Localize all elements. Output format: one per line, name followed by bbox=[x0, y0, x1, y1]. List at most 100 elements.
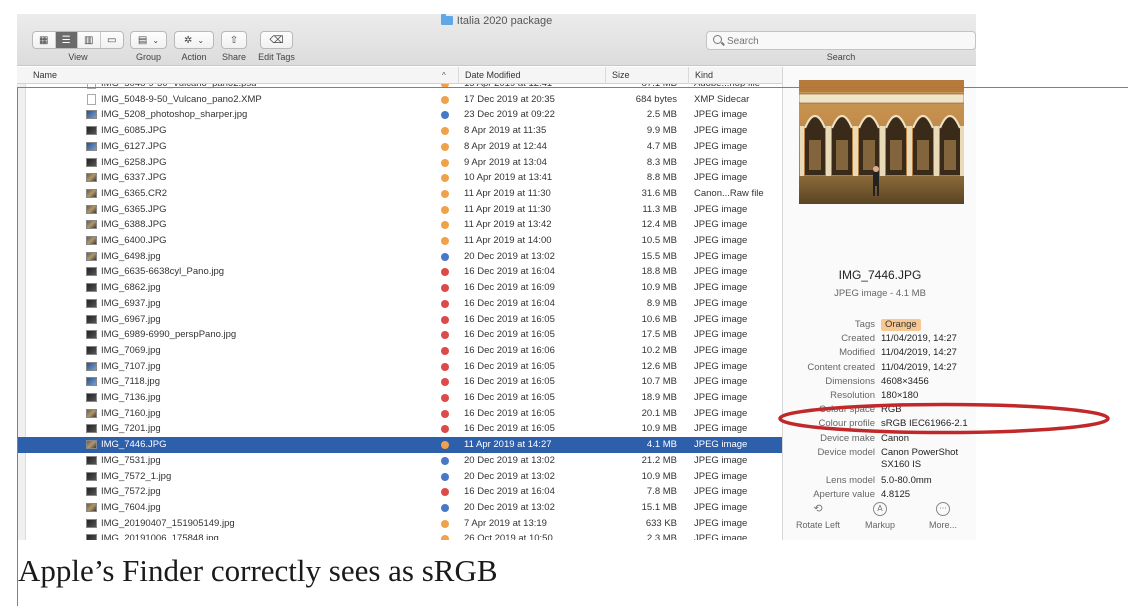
icon-view-icon[interactable]: ▦ bbox=[33, 32, 56, 48]
metadata-value: 11/04/2019, 14:27 bbox=[881, 333, 957, 345]
file-row[interactable]: IMG_7572_1.jpg 20 Dec 2019 at 13:02 10.9 M… bbox=[17, 469, 782, 485]
file-row[interactable]: IMG_7572.jpg 16 Dec 2019 at 16:04 7.8 MB JP… bbox=[17, 484, 782, 500]
file-row[interactable]: IMG_7118.jpg 16 Dec 2019 at 16:05 10.7 MB J… bbox=[17, 374, 782, 390]
file-kind: JPEG image bbox=[694, 156, 748, 168]
file-row[interactable]: IMG_7446.JPG 11 Apr 2019 at 14:27 4.1 MB JP… bbox=[17, 437, 782, 453]
tag-icon: ⌫ bbox=[269, 34, 284, 46]
file-row[interactable]: IMG_5048-9-50_Vulcano_pano2.XMP 17 Dec 20… bbox=[17, 92, 782, 108]
search-input[interactable] bbox=[727, 34, 957, 48]
file-name: IMG_6967.jpg bbox=[101, 313, 161, 325]
file-name: IMG_7572_1.jpg bbox=[101, 470, 172, 482]
image-thumbnail-icon bbox=[86, 126, 97, 136]
file-date: 20 Dec 2019 at 13:02 bbox=[464, 470, 555, 482]
image-thumbnail-icon bbox=[86, 157, 97, 167]
file-size: 12.6 MB bbox=[641, 360, 677, 372]
share-button[interactable]: ⇧ bbox=[221, 31, 247, 49]
sort-ascending-icon[interactable]: ^ bbox=[442, 67, 446, 84]
tag-dot-icon bbox=[441, 111, 449, 120]
rotate-left-button[interactable]: ⟲ Rotate Left bbox=[788, 502, 848, 530]
file-name: IMG_6085.JPG bbox=[101, 125, 167, 137]
group-button[interactable]: ▤ ⌄ bbox=[130, 31, 167, 49]
file-row[interactable]: IMG_6365.JPG 11 Apr 2019 at 11:30 11.3 MB J… bbox=[17, 202, 782, 218]
tag-dot-icon bbox=[441, 127, 449, 136]
file-name: IMG_7446.JPG bbox=[101, 439, 167, 451]
tag-dot-icon bbox=[441, 158, 449, 167]
file-row[interactable]: IMG_6989-6990_perspPano.jpg 16 Dec 2019 a… bbox=[17, 327, 782, 343]
image-thumbnail-icon bbox=[86, 314, 97, 324]
file-date: 16 Dec 2019 at 16:05 bbox=[464, 376, 555, 388]
file-row[interactable]: IMG_6258.JPG 9 Apr 2019 at 13:04 8.3 MB JPE… bbox=[17, 155, 782, 171]
image-thumbnail-icon bbox=[86, 188, 97, 198]
file-row[interactable]: IMG_20191006_175848.jpg 26 Oct 2019 at 10… bbox=[17, 531, 782, 540]
tag-dot-icon bbox=[441, 425, 449, 434]
share-label: Share bbox=[221, 52, 247, 62]
file-size: 21.2 MB bbox=[641, 454, 677, 466]
file-kind: JPEG image bbox=[694, 250, 748, 262]
file-name: IMG_20191006_175848.jpg bbox=[101, 533, 219, 540]
file-kind: JPEG image bbox=[694, 407, 748, 419]
file-date: 10 Apr 2019 at 13:41 bbox=[464, 172, 553, 184]
file-size: 17.5 MB bbox=[641, 329, 677, 341]
file-name: IMG_6365.JPG bbox=[101, 203, 167, 215]
image-thumbnail-icon bbox=[86, 204, 97, 214]
file-row[interactable]: IMG_7160.jpg 16 Dec 2019 at 16:05 20.1 MB J… bbox=[17, 406, 782, 422]
file-row[interactable]: IMG_6498.jpg 20 Dec 2019 at 13:02 15.5 MB J… bbox=[17, 249, 782, 265]
file-row[interactable]: IMG_7069.jpg 16 Dec 2019 at 16:06 10.2 MB J… bbox=[17, 343, 782, 359]
column-header-date[interactable]: Date Modified bbox=[458, 67, 605, 84]
tag-dot-icon bbox=[441, 519, 449, 528]
window-title: Italia 2020 package bbox=[17, 14, 976, 28]
file-row[interactable]: IMG_6085.JPG 8 Apr 2019 at 11:35 9.9 MB JPE… bbox=[17, 123, 782, 139]
action-label: Markup bbox=[864, 520, 895, 530]
file-row[interactable]: IMG_7604.jpg 20 Dec 2019 at 13:02 15.1 MB J… bbox=[17, 500, 782, 516]
image-thumbnail-icon bbox=[86, 393, 97, 402]
column-header-kind[interactable]: Kind bbox=[688, 67, 782, 84]
file-name: IMG_6937.jpg bbox=[101, 297, 161, 309]
file-row[interactable]: IMG_6937.jpg 16 Dec 2019 at 16:04 8.9 MB JP… bbox=[17, 296, 782, 312]
image-thumbnail-icon bbox=[86, 236, 97, 245]
share-icon: ⇧ bbox=[229, 34, 239, 46]
file-date: 11 Apr 2019 at 14:00 bbox=[464, 235, 552, 246]
file-row[interactable]: IMG_6635-6638cyl_Pano.jpg 16 Dec 2019 at … bbox=[17, 264, 782, 280]
file-kind: JPEG image bbox=[694, 203, 748, 215]
file-row[interactable]: IMG_6400.JPG 11 Apr 2019 at 14:00 10.5 MB J… bbox=[17, 233, 782, 249]
file-row[interactable]: IMG_6337.JPG 10 Apr 2019 at 13:41 8.8 MB JP… bbox=[17, 170, 782, 186]
edit-tags-button[interactable]: ⌫ bbox=[260, 31, 293, 49]
markup-button[interactable]: A Markup bbox=[850, 502, 910, 530]
file-size: 18.9 MB bbox=[641, 392, 677, 403]
tag-dot-icon bbox=[441, 174, 449, 183]
file-row[interactable]: IMG_6967.jpg 16 Dec 2019 at 16:05 10.6 MB J… bbox=[17, 312, 782, 328]
column-header-size[interactable]: Size bbox=[605, 67, 688, 84]
file-row[interactable]: IMG_6365.CR2 11 Apr 2019 at 11:30 31.6 MB C… bbox=[17, 186, 782, 202]
file-date: 8 Apr 2019 at 12:44 bbox=[464, 140, 547, 152]
chevron-down-icon: ⌄ bbox=[197, 35, 205, 45]
more-button[interactable]: ··· More... bbox=[913, 502, 973, 530]
file-row[interactable]: IMG_7136.jpg 16 Dec 2019 at 16:05 18.9 MB J… bbox=[17, 390, 782, 406]
tag-dot-icon bbox=[441, 284, 449, 293]
file-row[interactable]: IMG_7107.jpg 16 Dec 2019 at 16:05 12.6 MB J… bbox=[17, 359, 782, 375]
action-button[interactable]: ✲ ⌄ bbox=[174, 31, 214, 49]
metadata-value: RGB bbox=[881, 404, 902, 416]
preview-subtitle: JPEG image - 4.1 MB bbox=[834, 288, 926, 299]
tag-dot-icon bbox=[441, 142, 449, 151]
file-row[interactable]: IMG_6127.JPG 8 Apr 2019 at 12:44 4.7 MB JPE… bbox=[17, 139, 782, 155]
tag-dot-icon bbox=[441, 237, 449, 245]
view-label: View bbox=[68, 52, 88, 62]
column-view-icon[interactable]: ▥ bbox=[78, 32, 101, 48]
file-row[interactable]: IMG_5208_photoshop_sharper.jpg 23 Dec 201… bbox=[17, 107, 782, 123]
image-thumbnail-icon bbox=[86, 267, 97, 277]
image-thumbnail-icon bbox=[86, 173, 97, 183]
gallery-view-icon[interactable]: ▭ bbox=[101, 32, 123, 48]
image-thumbnail-icon bbox=[86, 518, 97, 528]
metadata-key: Colour space bbox=[819, 404, 875, 416]
file-row[interactable]: IMG_7531.jpg 20 Dec 2019 at 13:02 21.2 MB J… bbox=[17, 453, 782, 469]
image-thumbnail-icon bbox=[86, 377, 97, 387]
file-name: IMG_6498.jpg bbox=[101, 250, 161, 262]
file-row[interactable]: IMG_6862.jpg 16 Dec 2019 at 16:09 10.9 MB J… bbox=[17, 280, 782, 296]
file-row[interactable]: IMG_7201.jpg 16 Dec 2019 at 16:05 10.9 MB J… bbox=[17, 421, 782, 437]
file-row[interactable]: IMG_20190407_151905149.jpg 7 Apr 2019 at … bbox=[17, 516, 782, 532]
metadata-key: Tags bbox=[854, 319, 875, 330]
column-header-name[interactable]: Name bbox=[17, 67, 457, 84]
file-kind: XMP Sidecar bbox=[694, 93, 750, 105]
file-row[interactable]: IMG_6388.JPG 11 Apr 2019 at 13:42 12.4 MB J… bbox=[17, 217, 782, 233]
list-view-icon[interactable]: ☰ bbox=[55, 32, 78, 48]
